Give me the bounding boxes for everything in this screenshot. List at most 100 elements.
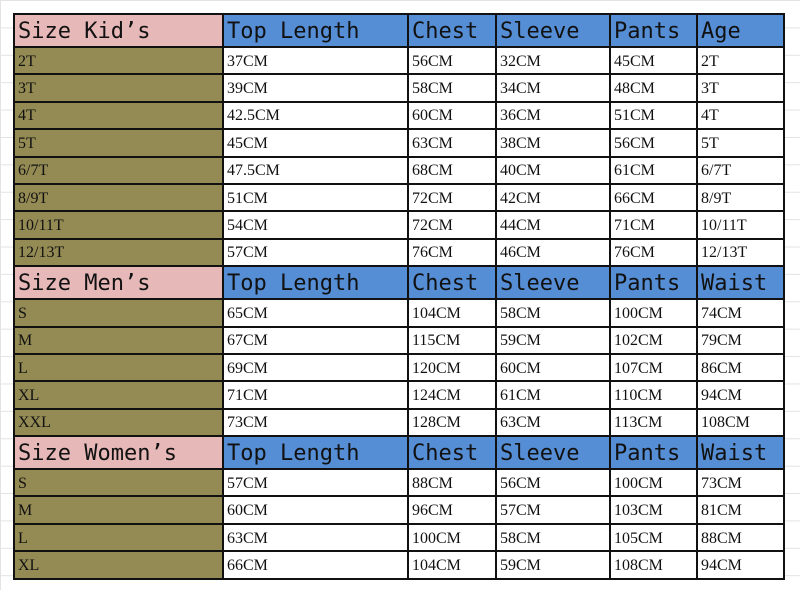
value-cell[interactable]: 42.5CM (222, 100, 409, 131)
value-cell[interactable]: 120CM (407, 352, 497, 383)
size-cell[interactable]: 12/13T (13, 237, 224, 268)
value-cell[interactable]: 59CM (495, 550, 611, 580)
value-cell[interactable]: 68CM (407, 155, 497, 185)
value-cell[interactable]: 72CM (407, 210, 497, 240)
value-cell[interactable]: 100CM (407, 522, 497, 553)
value-cell[interactable]: 113CM (609, 407, 698, 438)
value-cell[interactable]: 40CM (495, 155, 611, 185)
column-header[interactable]: Pants (609, 435, 698, 471)
value-cell[interactable]: 94CM (696, 550, 785, 580)
value-cell[interactable]: 59CM (495, 325, 611, 355)
value-cell[interactable]: 39CM (222, 73, 409, 103)
size-cell[interactable]: XL (13, 550, 224, 580)
value-cell[interactable]: 32CM (495, 45, 611, 76)
value-cell[interactable]: 57CM (222, 468, 409, 498)
value-cell[interactable]: 67CM (222, 325, 409, 355)
value-cell[interactable]: 54CM (222, 210, 409, 240)
value-cell[interactable]: 44CM (495, 210, 611, 240)
size-cell[interactable]: M (13, 495, 224, 525)
size-cell[interactable]: L (13, 522, 224, 553)
column-header[interactable]: Chest (407, 265, 497, 301)
value-cell[interactable]: 36CM (495, 100, 611, 131)
column-header[interactable]: Sleeve (495, 265, 611, 301)
value-cell[interactable]: 38CM (495, 128, 611, 158)
value-cell[interactable]: 108CM (696, 407, 785, 438)
value-cell[interactable]: 56CM (495, 468, 611, 498)
value-cell[interactable]: 73CM (696, 468, 785, 498)
column-header[interactable]: Waist (696, 435, 785, 471)
value-cell[interactable]: 60CM (407, 100, 497, 131)
value-cell[interactable]: 72CM (407, 182, 497, 213)
value-cell[interactable]: 6/7T (696, 155, 785, 185)
value-cell[interactable]: 74CM (696, 298, 785, 328)
value-cell[interactable]: 100CM (609, 298, 698, 328)
size-cell[interactable]: M (13, 325, 224, 355)
value-cell[interactable]: 51CM (609, 100, 698, 131)
size-cell[interactable]: 8/9T (13, 182, 224, 213)
value-cell[interactable]: 47.5CM (222, 155, 409, 185)
value-cell[interactable]: 12/13T (696, 237, 785, 268)
value-cell[interactable]: 46CM (495, 237, 611, 268)
size-cell[interactable]: 5T (13, 128, 224, 158)
value-cell[interactable]: 5T (696, 128, 785, 158)
column-header[interactable]: Chest (407, 13, 497, 48)
value-cell[interactable]: 110CM (609, 380, 698, 410)
column-header[interactable]: Sleeve (495, 435, 611, 471)
value-cell[interactable]: 76CM (407, 237, 497, 268)
value-cell[interactable]: 60CM (495, 352, 611, 383)
value-cell[interactable]: 108CM (609, 550, 698, 580)
value-cell[interactable]: 69CM (222, 352, 409, 383)
value-cell[interactable]: 71CM (222, 380, 409, 410)
value-cell[interactable]: 115CM (407, 325, 497, 355)
value-cell[interactable]: 63CM (495, 407, 611, 438)
value-cell[interactable]: 88CM (407, 468, 497, 498)
value-cell[interactable]: 48CM (609, 73, 698, 103)
size-cell[interactable]: 10/11T (13, 210, 224, 240)
value-cell[interactable]: 105CM (609, 522, 698, 553)
column-header[interactable]: Pants (609, 265, 698, 301)
size-cell[interactable]: XL (13, 380, 224, 410)
size-cell[interactable]: L (13, 352, 224, 383)
value-cell[interactable]: 128CM (407, 407, 497, 438)
value-cell[interactable]: 107CM (609, 352, 698, 383)
value-cell[interactable]: 71CM (609, 210, 698, 240)
value-cell[interactable]: 65CM (222, 298, 409, 328)
size-cell[interactable]: S (13, 298, 224, 328)
value-cell[interactable]: 63CM (222, 522, 409, 553)
value-cell[interactable]: 61CM (609, 155, 698, 185)
value-cell[interactable]: 57CM (495, 495, 611, 525)
value-cell[interactable]: 60CM (222, 495, 409, 525)
value-cell[interactable]: 56CM (407, 45, 497, 76)
value-cell[interactable]: 100CM (609, 468, 698, 498)
value-cell[interactable]: 45CM (222, 128, 409, 158)
column-header[interactable]: Sleeve (495, 13, 611, 48)
section-title[interactable]: Size Women’s (13, 435, 224, 471)
value-cell[interactable]: 2T (696, 45, 785, 76)
value-cell[interactable]: 58CM (495, 298, 611, 328)
column-header[interactable]: Pants (609, 13, 698, 48)
column-header[interactable]: Top Length (222, 435, 409, 471)
size-cell[interactable]: 3T (13, 73, 224, 103)
value-cell[interactable]: 124CM (407, 380, 497, 410)
column-header[interactable]: Top Length (222, 13, 409, 48)
value-cell[interactable]: 56CM (609, 128, 698, 158)
value-cell[interactable]: 8/9T (696, 182, 785, 213)
value-cell[interactable]: 3T (696, 73, 785, 103)
size-cell[interactable]: 6/7T (13, 155, 224, 185)
value-cell[interactable]: 88CM (696, 522, 785, 553)
value-cell[interactable]: 94CM (696, 380, 785, 410)
value-cell[interactable]: 58CM (495, 522, 611, 553)
value-cell[interactable]: 58CM (407, 73, 497, 103)
value-cell[interactable]: 66CM (222, 550, 409, 580)
value-cell[interactable]: 104CM (407, 298, 497, 328)
value-cell[interactable]: 73CM (222, 407, 409, 438)
size-cell[interactable]: 2T (13, 45, 224, 76)
size-cell[interactable]: XXL (13, 407, 224, 438)
value-cell[interactable]: 42CM (495, 182, 611, 213)
value-cell[interactable]: 37CM (222, 45, 409, 76)
value-cell[interactable]: 63CM (407, 128, 497, 158)
section-title[interactable]: Size Kid’s (13, 13, 224, 48)
size-cell[interactable]: 4T (13, 100, 224, 131)
value-cell[interactable]: 102CM (609, 325, 698, 355)
column-header[interactable]: Age (696, 13, 785, 48)
